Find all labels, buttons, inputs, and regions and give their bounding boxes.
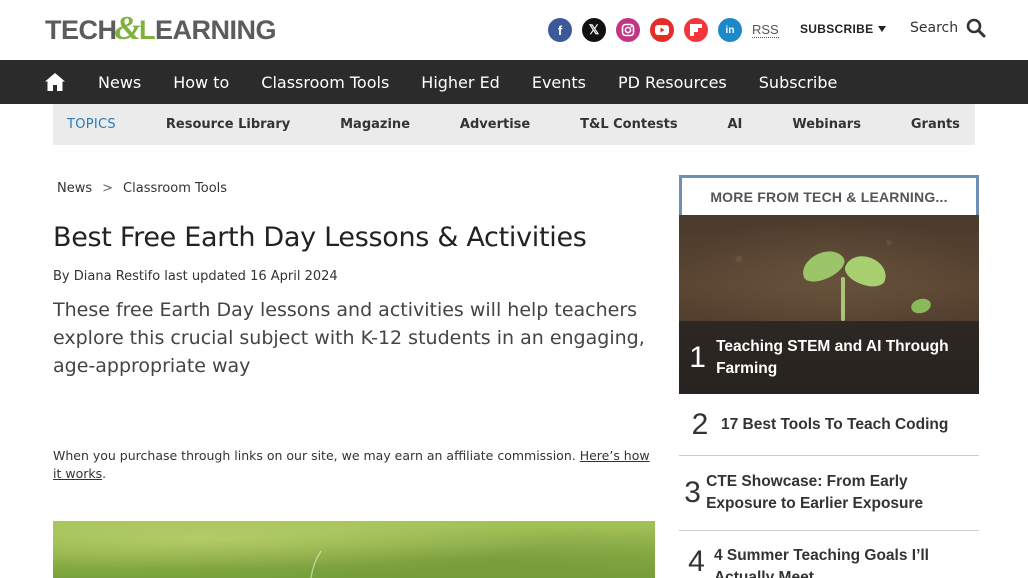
linkedin-icon[interactable]: in xyxy=(718,18,742,42)
nav-item-subscribe[interactable]: Subscribe xyxy=(759,73,838,92)
author-link[interactable]: Diana Restifo xyxy=(74,269,160,284)
breadcrumb-classroom-tools[interactable]: Classroom Tools xyxy=(123,181,227,196)
item-number: 3 xyxy=(684,476,701,509)
item-title[interactable]: Teaching STEM and AI Through Farming xyxy=(716,336,979,380)
more-from-heading: MORE FROM TECH & LEARNING... xyxy=(679,175,979,215)
nav-item-pd-resources[interactable]: PD Resources xyxy=(618,73,727,92)
topic-webinars[interactable]: Webinars xyxy=(792,117,861,132)
youtube-icon[interactable] xyxy=(650,18,674,42)
topic-tl-contests[interactable]: T&L Contests xyxy=(580,117,677,132)
item-number: 4 xyxy=(688,545,705,578)
flipboard-icon[interactable] xyxy=(684,18,708,42)
nav-item-news[interactable]: News xyxy=(98,73,141,92)
topic-grants[interactable]: Grants xyxy=(911,117,960,132)
updated-date: last updated 16 April 2024 xyxy=(164,269,338,284)
list-item[interactable]: 4 4 Summer Teaching Goals I’ll Actually … xyxy=(679,531,979,578)
search-button[interactable]: Search xyxy=(910,18,986,38)
logo-text-earning: EARNING xyxy=(154,14,277,45)
byline-prefix: By xyxy=(53,269,70,284)
featured-overlay: 1 Teaching STEM and AI Through Farming xyxy=(679,321,979,394)
affiliate-text: When you purchase through links on our s… xyxy=(53,448,576,463)
instagram-icon[interactable] xyxy=(616,18,640,42)
plant-stem-graphic xyxy=(310,551,322,578)
article-title: Best Free Earth Day Lessons & Activities xyxy=(53,222,587,253)
nav-item-how-to[interactable]: How to xyxy=(173,73,229,92)
site-header: TECH & L EARNING f 𝕏 in RSS SUBSCRIBE Se… xyxy=(0,0,1028,60)
topics-bar: TOPICS Resource Library Magazine Adverti… xyxy=(53,104,975,145)
nav-item-events[interactable]: Events xyxy=(532,73,586,92)
affiliate-disclosure: When you purchase through links on our s… xyxy=(53,447,653,483)
featured-item[interactable]: 1 Teaching STEM and AI Through Farming xyxy=(679,215,979,394)
search-label: Search xyxy=(910,20,959,36)
logo-text-tech: TECH xyxy=(45,14,117,45)
item-number: 2 xyxy=(691,407,709,441)
item-title[interactable]: 17 Best Tools To Teach Coding xyxy=(721,414,948,436)
breadcrumb-news[interactable]: News xyxy=(57,181,92,196)
facebook-icon[interactable]: f xyxy=(548,18,572,42)
topics-label: TOPICS xyxy=(67,117,116,132)
social-links: f 𝕏 in RSS xyxy=(548,18,779,42)
article-standfirst: These free Earth Day lessons and activit… xyxy=(53,299,645,377)
topic-resource-library[interactable]: Resource Library xyxy=(166,117,290,132)
affiliate-end: . xyxy=(102,466,107,481)
caret-down-icon xyxy=(878,26,887,32)
hero-image-blur xyxy=(53,521,655,578)
item-number: 1 xyxy=(689,340,706,374)
breadcrumb: News > Classroom Tools xyxy=(57,181,227,196)
subscribe-label: SUBSCRIBE xyxy=(800,22,874,36)
hero-image xyxy=(53,521,655,578)
nav-item-higher-ed[interactable]: Higher Ed xyxy=(421,73,500,92)
rss-link[interactable]: RSS xyxy=(752,22,779,38)
home-icon xyxy=(45,73,65,91)
home-link[interactable] xyxy=(0,60,110,104)
sprout-stem xyxy=(841,277,845,321)
main-nav: News How to Classroom Tools Higher Ed Ev… xyxy=(0,60,1028,104)
site-logo[interactable]: TECH & L EARNING xyxy=(45,10,277,47)
subscribe-dropdown[interactable]: SUBSCRIBE xyxy=(800,22,887,36)
topic-advertise[interactable]: Advertise xyxy=(460,117,530,132)
list-item[interactable]: 3 CTE Showcase: From Early Exposure to E… xyxy=(679,456,979,531)
nav-item-classroom-tools[interactable]: Classroom Tools xyxy=(261,73,389,92)
topic-ai[interactable]: AI xyxy=(728,117,743,132)
breadcrumb-separator: > xyxy=(102,181,114,196)
list-item[interactable]: 2 17 Best Tools To Teach Coding xyxy=(679,394,979,456)
more-from-panel: MORE FROM TECH & LEARNING... 1 Teaching … xyxy=(679,175,979,578)
logo-text-l: L xyxy=(138,14,156,45)
topic-magazine[interactable]: Magazine xyxy=(340,117,410,132)
logo-ampersand: & xyxy=(114,10,141,47)
x-icon[interactable]: 𝕏 xyxy=(582,18,606,42)
item-title[interactable]: CTE Showcase: From Early Exposure to Ear… xyxy=(706,471,979,515)
search-icon xyxy=(966,18,986,38)
article-byline: By Diana Restifo last updated 16 April 2… xyxy=(53,269,338,284)
item-title[interactable]: 4 Summer Teaching Goals I’ll Actually Me… xyxy=(714,545,979,578)
